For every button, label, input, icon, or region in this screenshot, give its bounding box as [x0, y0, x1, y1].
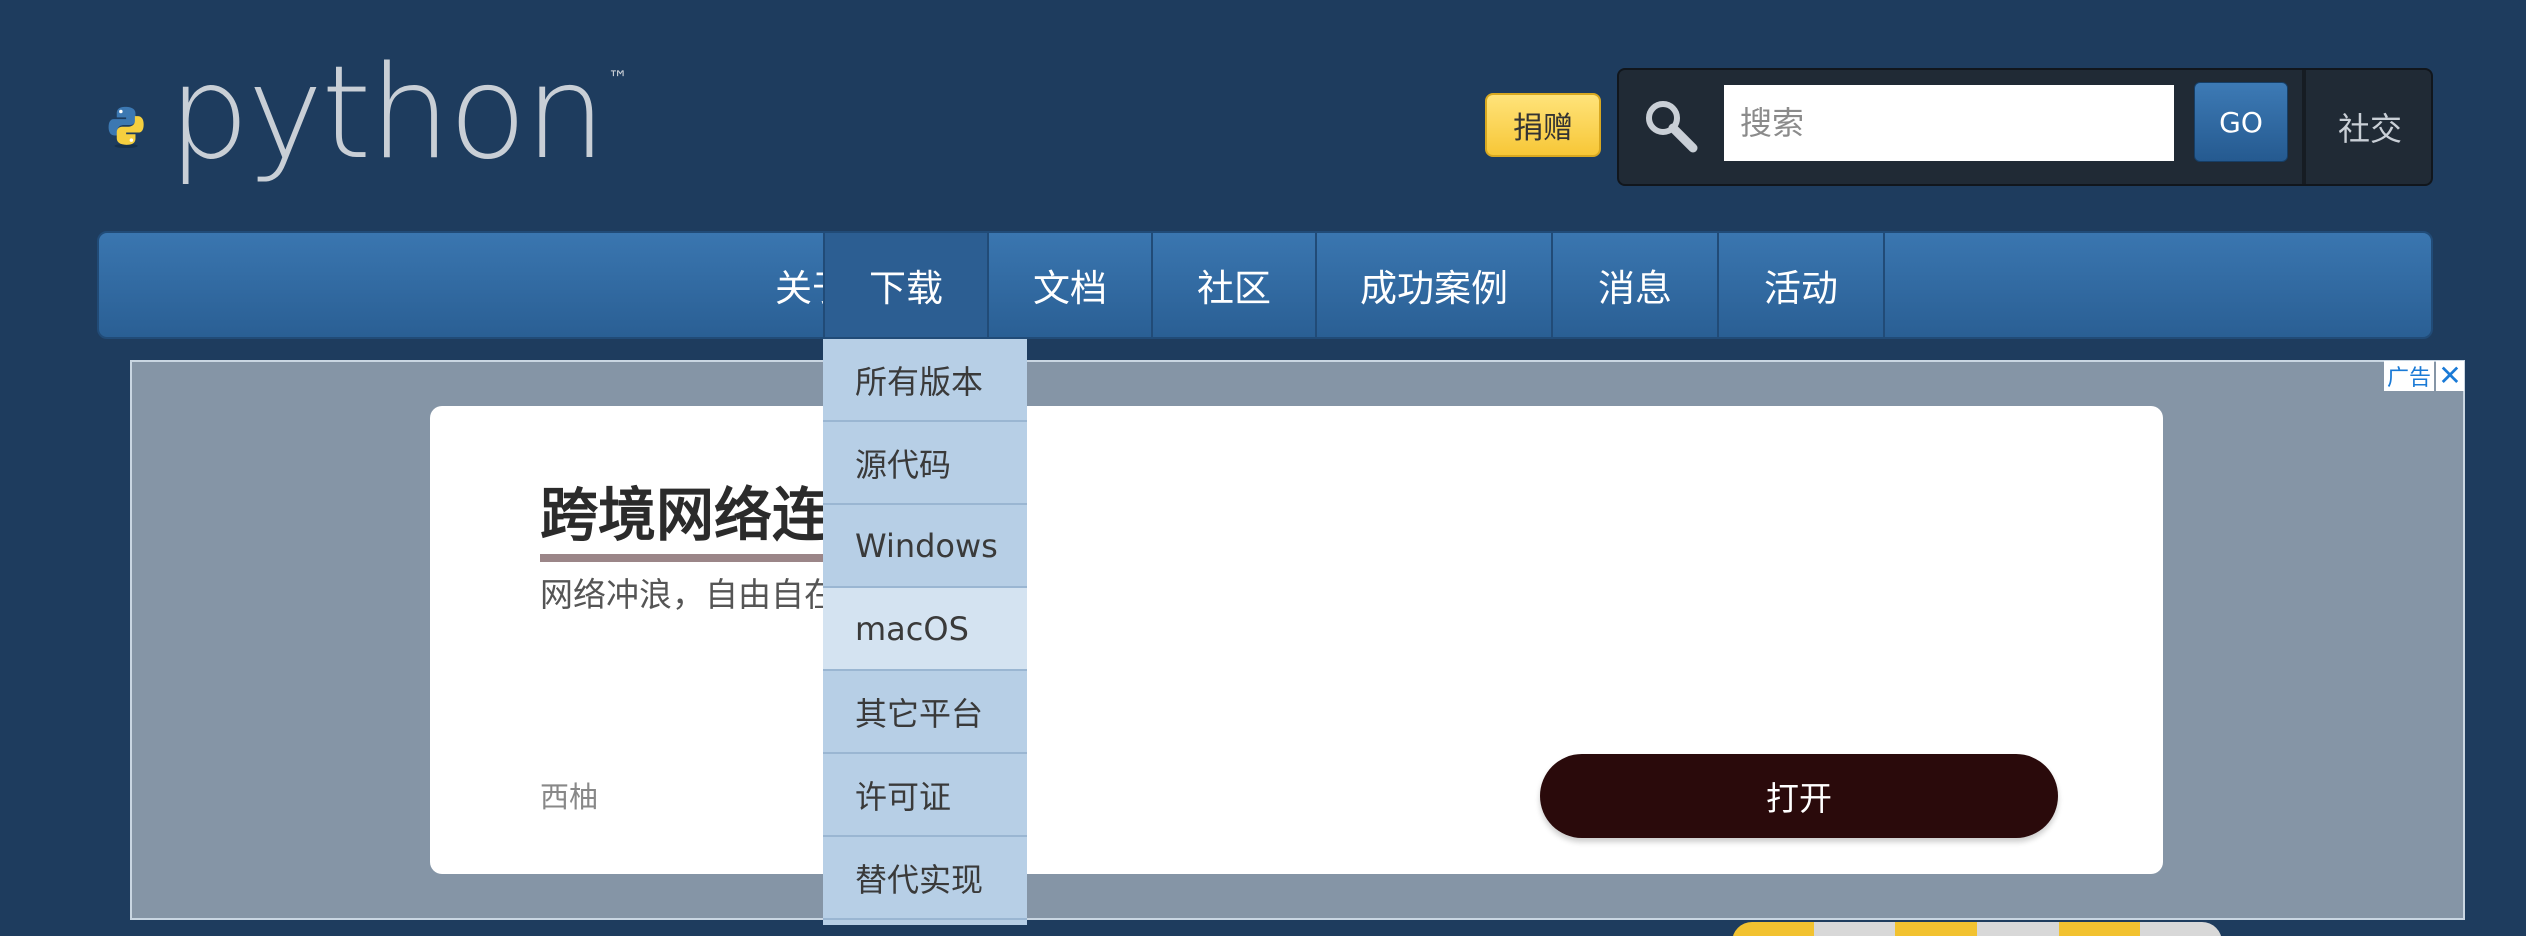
ad-subtitle: 网络冲浪，自由自在 [540, 575, 837, 614]
dropdown-item-source-code[interactable]: 源代码 [823, 422, 1027, 505]
ad-open-button[interactable]: 打开 [1540, 754, 2058, 838]
nav-item-downloads[interactable]: 下载 [825, 233, 987, 337]
ad-card[interactable]: 跨境网络连 网络冲浪，自由自在 西柚 打开 [430, 406, 2163, 874]
python-snake-icon [108, 106, 144, 149]
decorative-graphic [1732, 922, 2222, 936]
python-logo[interactable]: python ™ [108, 39, 628, 202]
downloads-dropdown: 所有版本 源代码 Windows macOS 其它平台 许可证 替代实现 [823, 339, 1027, 925]
nav-item-docs[interactable]: 文档 [989, 233, 1151, 337]
nav-separator [1883, 233, 1885, 337]
ad-close-icon[interactable]: ✕ [2436, 361, 2464, 391]
dropdown-item-macos[interactable]: macOS [823, 588, 1027, 671]
nav-item-news[interactable]: 消息 [1553, 233, 1717, 337]
nav-item-success-stories[interactable]: 成功案例 [1317, 233, 1551, 337]
dropdown-item-other-platforms[interactable]: 其它平台 [823, 671, 1027, 754]
ad-brand: 西柚 [540, 780, 599, 814]
dropdown-item-license[interactable]: 许可证 [823, 754, 1027, 837]
social-divider [2302, 70, 2306, 184]
ad-title: 跨境网络连 [540, 468, 831, 562]
social-button[interactable]: 社交 [2309, 70, 2431, 184]
search-bar: GO 社交 [1617, 68, 2433, 186]
python-wordmark: python [168, 39, 606, 188]
nav-item-events[interactable]: 活动 [1719, 233, 1883, 337]
dropdown-item-all-releases[interactable]: 所有版本 [823, 339, 1027, 422]
dropdown-item-windows[interactable]: Windows [823, 505, 1027, 588]
search-input[interactable] [1724, 85, 2174, 161]
search-icon [1646, 101, 1698, 153]
trademark-symbol: ™ [608, 66, 628, 90]
main-navigation: 关于 下载 文档 社区 成功案例 消息 活动 [97, 231, 2433, 339]
nav-item-community[interactable]: 社区 [1153, 233, 1315, 337]
dropdown-item-alternative-implementations[interactable]: 替代实现 [823, 837, 1027, 920]
go-button[interactable]: GO [2194, 82, 2288, 162]
donate-button[interactable]: 捐赠 [1485, 93, 1601, 157]
ad-label: 广告 [2384, 361, 2434, 391]
